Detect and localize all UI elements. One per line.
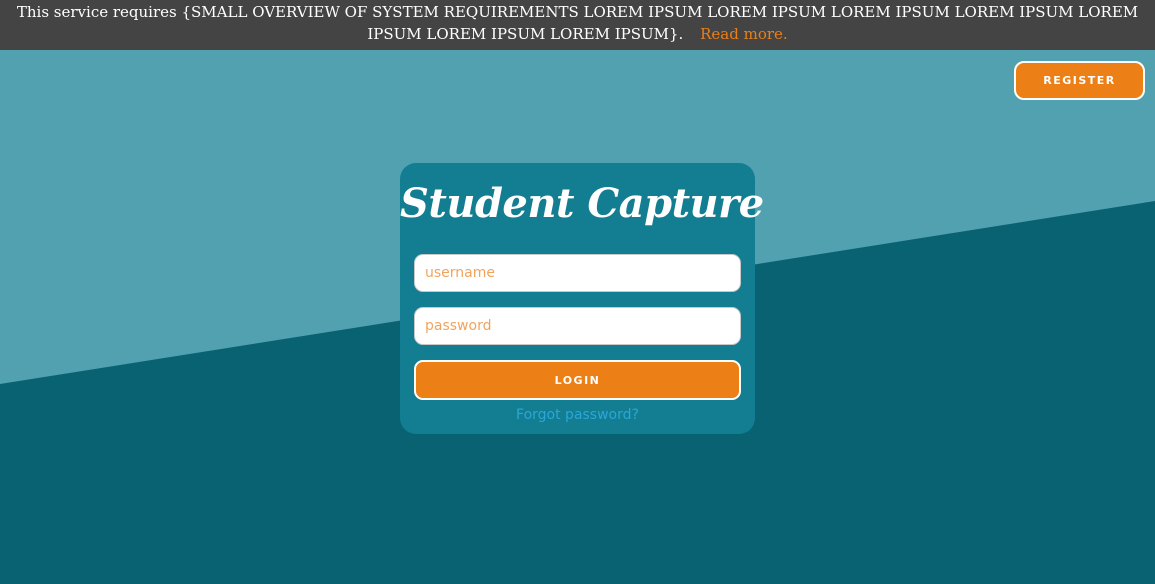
- login-button[interactable]: LOGIN: [414, 360, 741, 400]
- username-input[interactable]: [414, 254, 741, 292]
- forgot-password-link[interactable]: Forgot password?: [400, 407, 755, 423]
- student-capture-logo: Student Capture: [400, 180, 764, 227]
- register-button[interactable]: REGISTER: [1014, 61, 1145, 100]
- banner-text: This service requires {SMALL OVERVIEW OF…: [16, 3, 1139, 43]
- read-more-link[interactable]: Read more.: [700, 25, 788, 43]
- system-requirements-banner: This service requires {SMALL OVERVIEW OF…: [0, 0, 1155, 50]
- login-card: Student Capture LOGIN Forgot password?: [400, 163, 764, 434]
- password-input[interactable]: [414, 307, 741, 345]
- page: This service requires {SMALL OVERVIEW OF…: [0, 0, 1155, 584]
